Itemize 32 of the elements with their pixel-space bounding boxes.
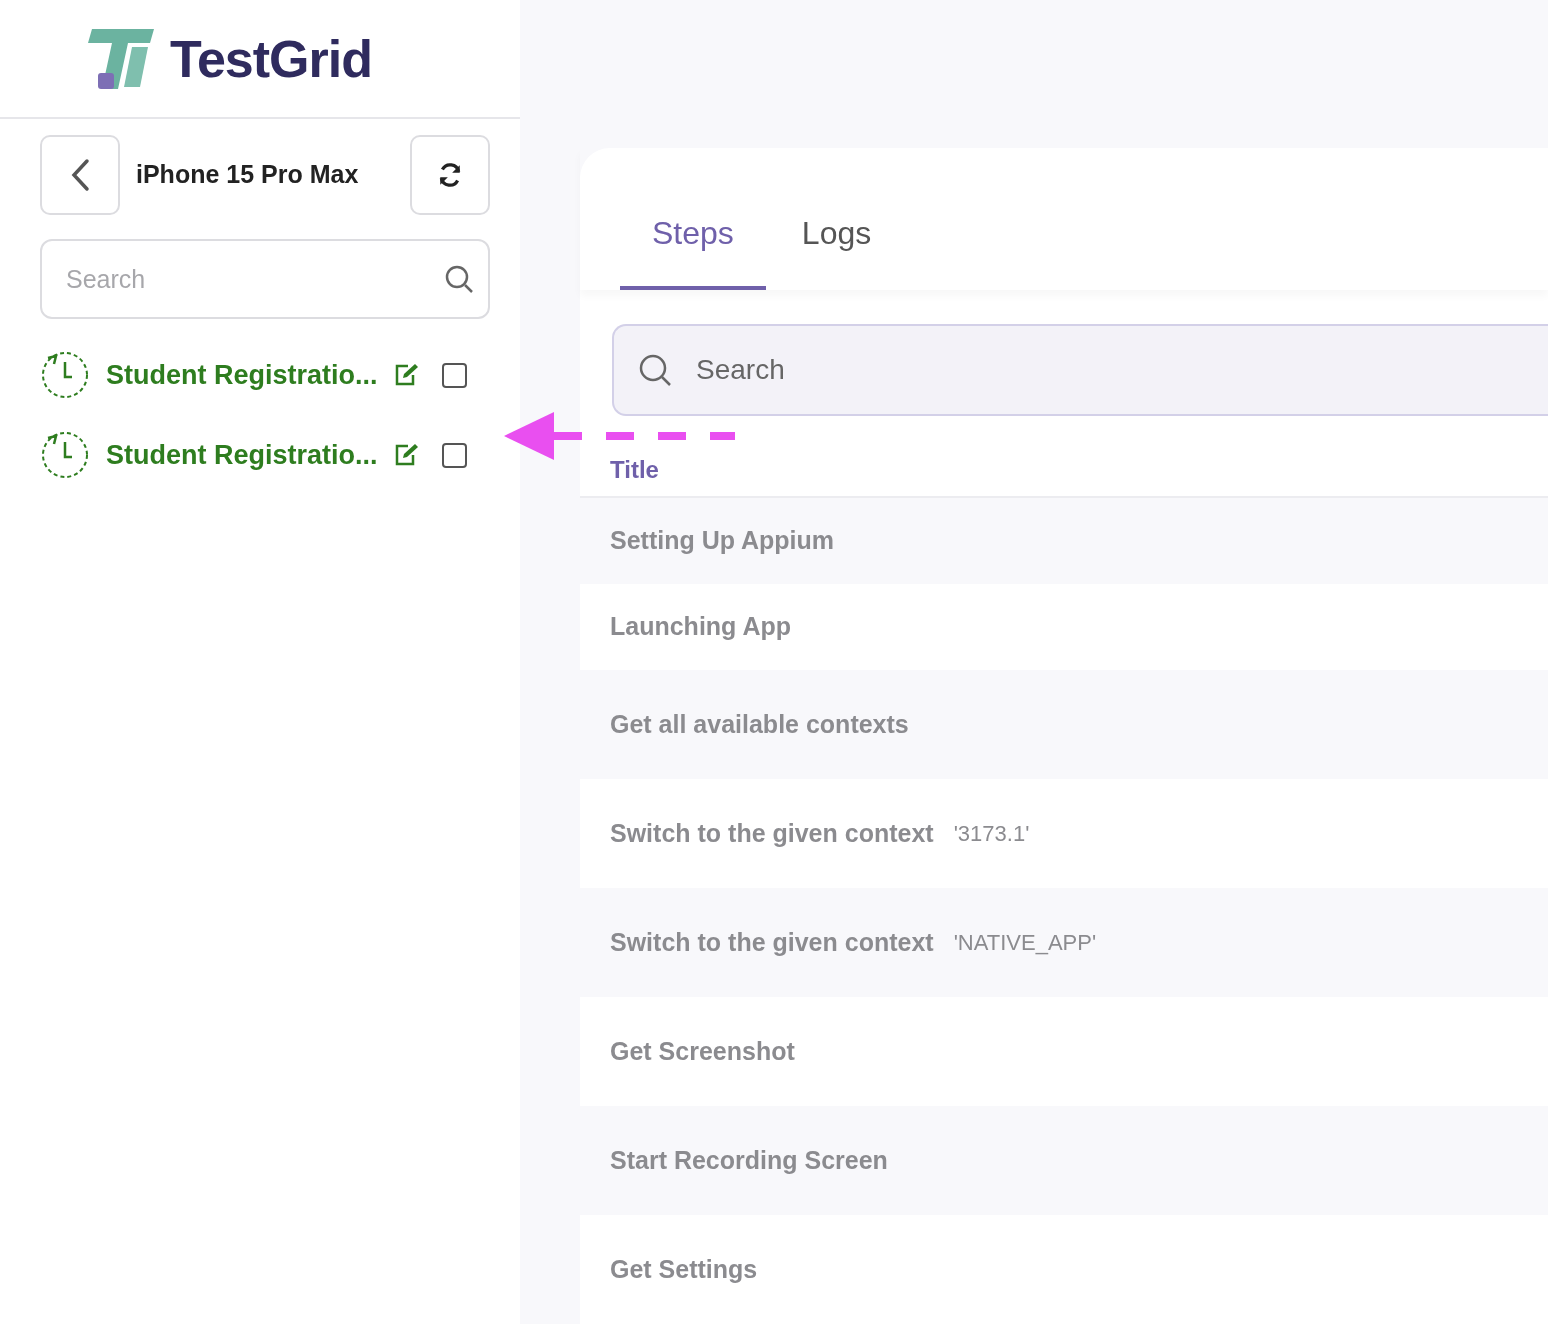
step-title: Get Screenshot (610, 1035, 795, 1067)
step-title: Start Recording Screen (610, 1144, 888, 1176)
search-icon (638, 353, 672, 387)
test-name[interactable]: Student Registratio... (106, 354, 378, 396)
edit-icon[interactable] (393, 443, 420, 467)
refresh-icon (437, 162, 463, 188)
history-icon (40, 350, 90, 400)
checkbox[interactable] (441, 442, 467, 468)
column-header: Title (610, 455, 659, 485)
device-name: iPhone 15 Pro Max (136, 159, 360, 191)
step-title: Switch to the given context (610, 926, 934, 958)
search-field[interactable]: Search (612, 324, 1548, 416)
search-icon (444, 264, 474, 294)
brand-name: TestGrid (170, 28, 372, 90)
search-field[interactable]: Search (40, 239, 490, 319)
back-button[interactable] (40, 135, 120, 215)
step-argument: 'NATIVE_APP' (953, 929, 1097, 957)
refresh-button[interactable] (410, 135, 490, 215)
step-title: Get Settings (610, 1253, 758, 1285)
logo-icon (88, 28, 154, 89)
test-name[interactable]: Student Registratio... (106, 434, 378, 476)
tab[interactable]: Logs (769, 188, 904, 290)
step-argument: '3173.1' (953, 820, 1030, 848)
tab[interactable]: Steps (620, 188, 766, 290)
history-icon (40, 430, 90, 480)
step-title: Get all available contexts (610, 708, 909, 740)
step-title: Switch to the given context (610, 817, 934, 849)
step-title: Setting Up Appium (610, 525, 835, 557)
step-title: Launching App (610, 611, 791, 643)
edit-icon[interactable] (393, 363, 420, 387)
chevron-left-icon (69, 158, 91, 192)
checkbox[interactable] (441, 362, 467, 388)
